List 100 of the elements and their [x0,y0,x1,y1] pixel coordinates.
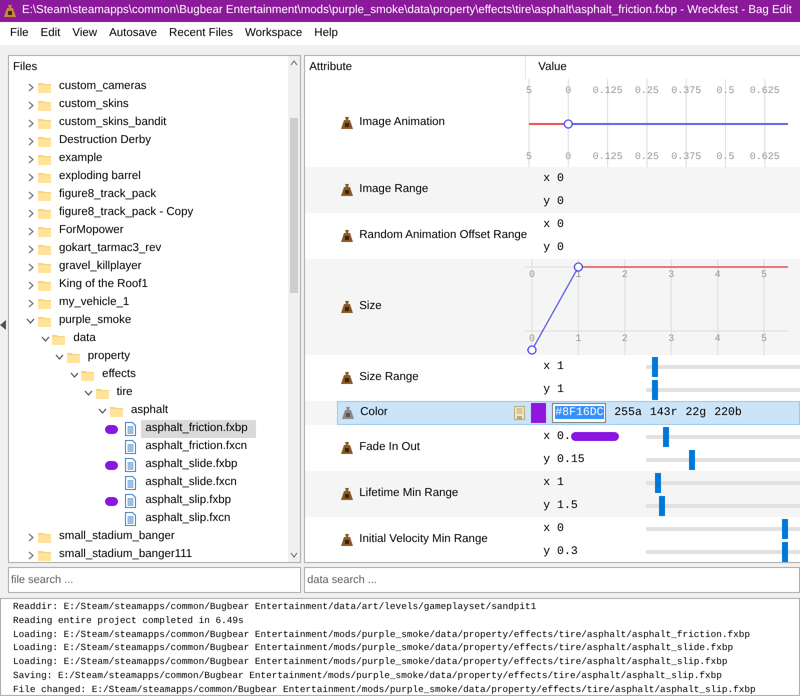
tick-label: 0.375 [671,152,702,163]
tree-item[interactable]: small_stadium_banger111 [54,546,200,562]
tick-label: 0.5 [716,152,735,163]
attribute-label[interactable]: Color [360,404,388,422]
tree-item[interactable]: asphalt_friction.fxcn [141,438,256,456]
search-field[interactable]: file search ... [8,567,302,593]
vector-value[interactable]: x 1 [543,358,564,376]
tick-label: 0.125 [592,152,623,163]
weight-bag-icon [341,487,354,501]
menu-item[interactable]: View [66,22,104,45]
slider-thumb[interactable] [658,496,665,516]
tree-item[interactable]: asphalt_slide.fxcn [141,474,245,492]
vector-value[interactable]: x 0 [543,170,564,188]
slider-thumb[interactable] [655,472,662,492]
tree-item[interactable]: ForMopower [54,222,132,240]
folder-icon [38,117,51,129]
vector-value[interactable]: x 1 [543,474,564,492]
tree-item[interactable]: asphalt_friction.fxbp [141,420,256,438]
attribute-label[interactable]: Image Animation [359,114,445,132]
curve-line[interactable] [529,119,788,129]
tree-item[interactable]: asphalt_slip.fxcn [141,510,238,528]
slider-thumb[interactable] [652,356,658,376]
tick-label: 0 [566,152,572,163]
vector-value[interactable]: y 0 [543,238,564,256]
tick-label: 5 [761,270,768,281]
tick-label: 5 [761,334,768,345]
weight-bag-icon [341,441,354,455]
tree-item[interactable]: asphalt_slide.fxbp [141,456,246,474]
tree-item[interactable]: purple_smoke [54,312,140,330]
tree-item[interactable]: gokart_tarmac3_rev [54,240,170,258]
tree-item[interactable]: gravel_killplayer [54,258,150,276]
app-icon [4,4,16,18]
tree-item[interactable]: example [54,150,110,168]
menu-item[interactable]: Recent Files [163,22,239,45]
slider-thumb[interactable] [652,380,658,400]
attribute-label[interactable]: Image Range [359,181,428,199]
log-line: Loading: E:/Steam/steamapps/common/Bugbear Entertainment/mods/purple_smoke/data/property/effects/tire/asphalt/asphalt_slip.fxbp [13,655,728,669]
tree-item[interactable]: data [69,330,104,348]
collapse-arrow-icon [0,320,6,330]
menu-item[interactable]: Autosave [103,22,164,45]
document-icon [124,440,138,454]
vector-value[interactable]: y 1 [543,380,564,398]
attribute-label[interactable]: Fade In Out [359,439,420,457]
log-line: Reading entire project completed in 6.49s [13,614,245,628]
vector-value[interactable]: x 0 [543,216,564,234]
tick-label: 0 [529,270,536,281]
tree-item[interactable]: effects [98,366,144,384]
folder-icon [96,387,109,399]
scrollbar-thumb[interactable] [290,118,298,293]
color-swatch[interactable] [531,403,546,423]
tick-label: 1 [576,334,582,345]
slider-thumb[interactable] [663,426,670,446]
tree-item[interactable]: Destruction Derby [54,132,160,150]
tree-item[interactable]: King of the Roof1 [54,276,156,294]
folder-icon [66,351,80,363]
tree-item[interactable]: custom_skins_bandit [54,114,174,132]
slider-thumb[interactable] [782,542,788,562]
folder-icon [38,81,51,93]
tick-label: 3 [668,270,674,281]
attribute-label[interactable]: Lifetime Min Range [359,485,458,503]
tree-item[interactable]: figure8_track_pack - Copy [54,204,202,222]
menu-item[interactable]: Help [308,22,344,45]
tree-item[interactable]: custom_skins [54,96,137,114]
folder-icon [38,189,51,201]
tree-item[interactable]: my_vehicle_1 [54,294,138,312]
vector-value[interactable]: x 0 [543,520,564,538]
weight-bag-icon [341,371,354,385]
tree-item[interactable]: asphalt [126,402,176,420]
channel-value: 22g [685,405,706,422]
tree-item[interactable]: exploding barrel [54,168,149,186]
tick-label: 4 [714,334,721,345]
scrollbar[interactable] [288,56,300,562]
tree-item[interactable]: custom_cameras [54,78,155,96]
attribute-label[interactable]: Random Animation Offset Range [359,227,528,245]
menu-item[interactable]: File [4,22,35,45]
tree-item[interactable]: property [84,348,138,366]
vector-value[interactable]: y 1.5 [543,496,578,514]
attribute-label[interactable]: Initial Velocity Min Range [359,531,488,549]
folder-icon [38,315,51,327]
slider-thumb[interactable] [689,450,696,470]
tree-item[interactable]: small_stadium_banger [54,528,183,546]
vector-value[interactable]: y 0 [543,192,564,210]
tree-item[interactable]: tire [112,384,141,402]
vector-value[interactable]: y 0.3 [543,542,578,560]
tree-item[interactable]: asphalt_slip.fxbp [141,492,240,510]
menu-item[interactable]: Workspace [238,22,308,45]
vector-value[interactable]: x 0. [543,428,571,446]
slider-thumb[interactable] [782,518,788,538]
tick-label: 0.25 [635,86,660,97]
attribute-label[interactable]: Size Range [359,369,419,387]
tick-label: 0.25 [635,152,660,163]
vector-value[interactable]: y 0.15 [543,450,585,468]
search-field[interactable]: data search ... [304,567,800,593]
tick-label: 2 [622,270,628,281]
log-line: Readdir: E:/Steam/steamapps/common/Bugbear Entertainment/data/art/levels/gameplayset/sandpit1 [13,600,538,614]
tree-item[interactable]: figure8_track_pack [54,186,164,204]
menu-item[interactable]: Edit [34,22,66,45]
tick-label: 5 [526,152,532,163]
attribute-label[interactable]: Size [359,298,382,316]
channel-value: 255a [614,405,642,422]
